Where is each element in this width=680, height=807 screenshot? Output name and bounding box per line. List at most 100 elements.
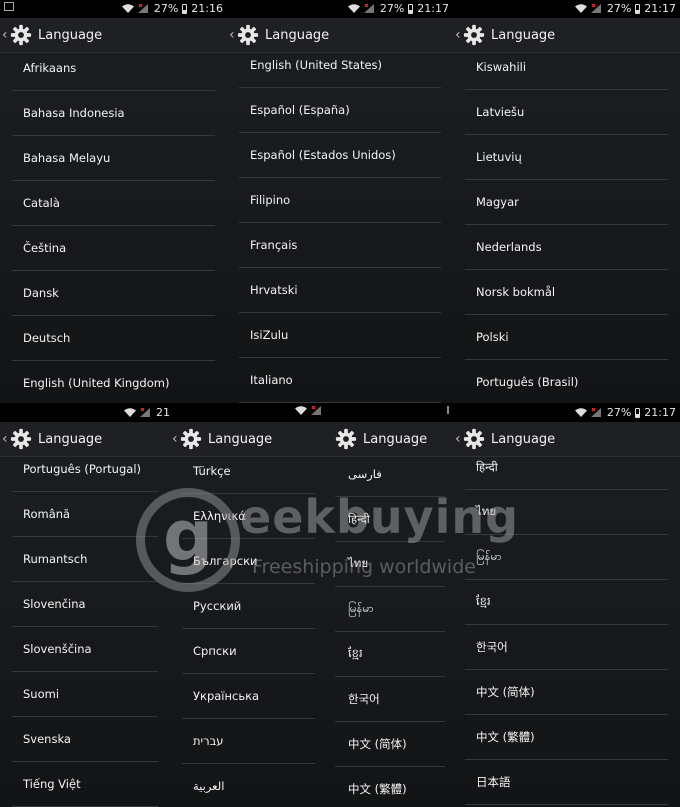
list-item[interactable]: 中文 (简体) xyxy=(335,722,445,767)
list-item[interactable]: 한국어 xyxy=(465,625,668,670)
language-list: Afrikaans Bahasa Indonesia Bahasa Melayu… xyxy=(0,46,227,403)
language-label: မြန်မာ xyxy=(348,600,374,615)
list-item[interactable]: Filipino xyxy=(239,178,441,223)
list-item[interactable]: Русский xyxy=(182,584,315,629)
list-item[interactable]: ไทย xyxy=(335,542,445,587)
screen-panel-5: ‹ Language Türkçe Ελληνικά Български Рус… xyxy=(170,404,327,807)
wifi-icon xyxy=(124,408,136,417)
list-item[interactable]: Rumantsch xyxy=(12,537,158,582)
language-list: Português (Portugal) Română Rumantsch Sl… xyxy=(0,447,170,807)
language-label: Română xyxy=(23,507,71,521)
list-item[interactable]: Tiếng Việt xyxy=(12,762,158,807)
language-list: English (United States) Español (España)… xyxy=(227,43,453,403)
status-bar: 27% 21:17 xyxy=(453,404,680,422)
language-label: Türkçe xyxy=(193,464,231,478)
language-label: Magyar xyxy=(476,195,519,209)
back-chevron-icon[interactable]: ‹ xyxy=(455,27,463,43)
list-item[interactable]: Română xyxy=(12,492,158,537)
list-item[interactable]: Português (Portugal) xyxy=(12,447,158,492)
language-label: فارسی xyxy=(348,467,382,481)
list-item[interactable]: Українська xyxy=(182,674,315,719)
list-item[interactable]: Latviešu xyxy=(465,90,668,135)
clock: 21:17 xyxy=(644,406,676,419)
list-item[interactable]: 한국어 xyxy=(335,677,445,722)
list-item[interactable]: မြန်မာ xyxy=(335,587,445,632)
language-label: Русский xyxy=(193,599,242,613)
language-label: Español (Estados Unidos) xyxy=(250,148,396,162)
list-item[interactable]: ខ្មែរ xyxy=(335,632,445,677)
status-bar: 21 xyxy=(0,404,170,422)
gear-icon xyxy=(180,428,202,450)
list-item[interactable]: Español (España) xyxy=(239,88,441,133)
list-item[interactable]: Lietuvių xyxy=(465,135,668,180)
list-item[interactable]: Deutsch xyxy=(12,316,215,361)
back-chevron-icon[interactable]: ‹ xyxy=(172,431,180,447)
list-item[interactable]: Kiswahili xyxy=(465,45,668,90)
list-item[interactable]: Norsk bokmål xyxy=(465,270,668,315)
list-item[interactable]: Hrvatski xyxy=(239,268,441,313)
list-item[interactable]: English (United States) xyxy=(239,43,441,88)
language-label: Bahasa Melayu xyxy=(23,151,111,165)
list-item[interactable]: 中文 (简体) xyxy=(465,670,668,715)
list-item[interactable]: עברית xyxy=(182,719,315,764)
list-item[interactable]: 日本語 xyxy=(465,760,668,805)
notification-icon xyxy=(4,2,14,11)
language-label: العربية xyxy=(193,779,225,793)
wifi-icon xyxy=(574,4,587,13)
list-item[interactable]: Български xyxy=(182,539,315,584)
list-item[interactable]: Português (Brasil) xyxy=(465,360,668,403)
battery-icon xyxy=(182,3,188,14)
list-item[interactable]: Čeština xyxy=(12,226,215,271)
list-item[interactable]: Nederlands xyxy=(465,225,668,270)
list-item[interactable]: English (United Kingdom) xyxy=(12,361,215,403)
list-item[interactable]: Magyar xyxy=(465,180,668,225)
language-label: हिन्दी xyxy=(476,459,498,474)
list-item[interactable]: Suomi xyxy=(12,672,158,717)
screen-panel-1: 27% 21:16 ‹ Language Afrikaans Bahasa In… xyxy=(0,0,227,403)
list-item[interactable]: Español (Estados Unidos) xyxy=(239,133,441,178)
signal-icon xyxy=(311,406,321,415)
list-item[interactable]: Italiano xyxy=(239,358,441,403)
list-item[interactable]: Bahasa Indonesia xyxy=(12,91,215,136)
status-bar: 27% 21:17 xyxy=(227,0,453,18)
back-chevron-icon[interactable]: ‹ xyxy=(2,27,10,43)
language-label: English (United Kingdom) xyxy=(23,376,170,390)
list-item[interactable]: Afrikaans xyxy=(12,46,215,91)
list-item[interactable]: Polski xyxy=(465,315,668,360)
language-label: Français xyxy=(250,238,298,252)
language-label: 中文 (简体) xyxy=(348,737,407,751)
language-label: Español (España) xyxy=(250,103,350,117)
battery-icon xyxy=(635,3,641,14)
list-item[interactable]: Српски xyxy=(182,629,315,674)
list-item[interactable]: हिन्दी xyxy=(465,445,668,490)
list-item[interactable]: Ελληνικά xyxy=(182,494,315,539)
list-item[interactable]: Français xyxy=(239,223,441,268)
list-item[interactable]: Slovenščina xyxy=(12,627,158,672)
list-item[interactable]: IsiZulu xyxy=(239,313,441,358)
list-item[interactable]: ខ្មែរ xyxy=(465,580,668,625)
status-bar: 27% 21:16 xyxy=(0,0,227,18)
list-item[interactable]: हिन्दी xyxy=(335,497,445,542)
back-chevron-icon[interactable]: ‹ xyxy=(2,431,10,447)
clock: 21:17 xyxy=(644,2,676,15)
list-item[interactable]: العربية xyxy=(182,764,315,807)
language-label: Bahasa Indonesia xyxy=(23,106,125,120)
language-label: ខ្មែរ xyxy=(348,645,363,660)
list-item[interactable]: Dansk xyxy=(12,271,215,316)
back-chevron-icon[interactable]: ‹ xyxy=(229,27,237,43)
list-item[interactable]: فارسی xyxy=(335,452,445,497)
list-item[interactable]: ไทย xyxy=(465,490,668,535)
list-item[interactable]: Català xyxy=(12,181,215,226)
wifi-icon xyxy=(121,4,134,13)
list-item[interactable]: Svenska xyxy=(12,717,158,762)
list-item[interactable]: Slovenčina xyxy=(12,582,158,627)
list-item[interactable]: မြန်မာ xyxy=(465,535,668,580)
screen-panel-7: 27% 21:17 ‹ Language हिन्दी ไทย မြန်မာ ខ… xyxy=(453,404,680,807)
list-item[interactable]: 中文 (繁體) xyxy=(335,767,445,807)
list-item[interactable]: 中文 (繁體) xyxy=(465,715,668,760)
list-item[interactable]: Bahasa Melayu xyxy=(12,136,215,181)
list-item[interactable]: Türkçe xyxy=(182,449,315,494)
page-title: Language xyxy=(38,27,103,43)
language-label: हिन्दी xyxy=(348,511,370,526)
language-label: Svenska xyxy=(23,732,71,746)
